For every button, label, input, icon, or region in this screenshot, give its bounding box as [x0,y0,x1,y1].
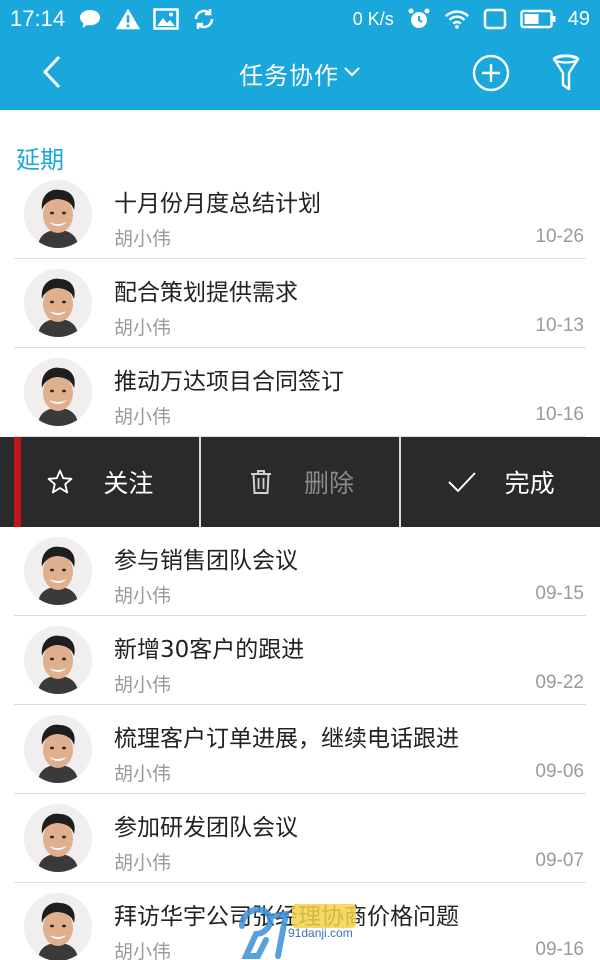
chat-bubble-icon [77,6,103,32]
page-title: 任务协作 [239,62,339,90]
task-owner: 胡小伟 [114,585,172,607]
avatar-portrait [24,537,92,605]
avatar [24,626,92,694]
task-title: 十月份月度总结计划 [114,191,321,217]
task-title: 配合策划提供需求 [114,280,298,306]
task-title: 参加研发团队会议 [114,815,298,841]
avatar [24,715,92,783]
alarm-icon [406,6,432,32]
task-owner: 胡小伟 [114,674,172,696]
task-due-date: 10-13 [535,315,584,336]
avatar-portrait [24,893,92,960]
avatar [24,180,92,248]
task-title: 拜访华宇公司张经理协商价格问题 [114,904,459,930]
task-title: 新增30客户的跟进 [114,637,305,663]
avatar-portrait [24,804,92,872]
avatar [24,893,92,960]
status-right: 0 K/s 49 [353,6,590,32]
app-bar: 任务协作 [0,38,600,110]
task-row[interactable]: 新增30客户的跟进胡小伟 09-22 [14,616,586,705]
avatar-portrait [24,269,92,337]
delete-action-label: 删除 [304,469,355,498]
filter-button[interactable] [546,52,586,96]
task-owner: 胡小伟 [114,228,172,250]
image-icon [153,6,179,32]
trash-icon [246,467,276,497]
task-title: 推动万达项目合同签订 [114,369,344,395]
avatar [24,269,92,337]
task-list: 十月份月度总结计划 胡小伟 10-26 配合策划提供需求 胡小伟 10-13 推动万达项目合… [0,170,600,960]
avatar-portrait [24,626,92,694]
complete-action-label: 完成 [504,469,555,498]
task-owner: 胡小伟 [114,763,172,785]
task-row[interactable]: 梳理客户订单进展，继续电话跟进胡小伟 09-06 [14,705,586,794]
network-speed: 0 K/s [352,8,394,29]
avatar [24,804,92,872]
status-bar: 17:14 0 K/s 49 [0,0,600,38]
task-row[interactable]: 参加研发团队会议胡小伟 09-07 [14,794,586,883]
task-owner: 胡小伟 [114,317,172,339]
task-title: 参与销售团队会议 [114,548,298,574]
star-icon [45,467,75,497]
task-due-date: 10-16 [535,404,584,425]
task-owner: 胡小伟 [114,406,172,428]
avatar-portrait [24,715,92,783]
warning-icon [115,6,141,32]
task-row[interactable]: 推动万达项目合同签订胡小伟 10-16 [14,348,586,437]
sync-icon [191,6,217,32]
avatar-portrait [24,180,92,248]
task-row[interactable]: 配合策划提供需求胡小伟 10-13 [14,259,586,348]
plus-circle-icon [471,53,511,97]
task-due-date: 09-22 [535,672,584,693]
task-title: 梳理客户订单进展，继续电话跟进 [114,726,459,752]
delete-action-button[interactable]: 删除 [198,437,400,527]
task-due-date: 09-15 [535,583,584,604]
task-owner: 胡小伟 [114,941,172,960]
task-due-date: 09-07 [535,850,584,871]
avatar [24,537,92,605]
task-due-date: 10-26 [535,226,584,247]
task-due-date: 09-16 [535,939,584,960]
add-task-button[interactable] [470,54,512,96]
avatar-portrait [24,358,92,426]
task-row[interactable]: 拜访华宇公司张经理协商价格问题胡小伟 09-16 [14,883,586,960]
battery-level: 49 [567,7,590,30]
status-left: 17:14 [10,6,217,32]
follow-action-button[interactable]: 关注 [0,437,199,527]
complete-action-button[interactable]: 完成 [399,437,600,527]
avatar [24,358,92,426]
task-row[interactable]: 参与销售团队会议胡小伟 09-15 [14,527,586,616]
chevron-down-icon [343,64,361,83]
task-due-date: 09-06 [535,761,584,782]
battery-icon [520,6,556,32]
check-icon [447,467,477,497]
sim-icon [482,6,508,32]
status-time: 17:14 [10,6,66,31]
wifi-icon [444,6,470,32]
filter-icon [551,51,581,97]
task-owner: 胡小伟 [114,852,172,874]
follow-action-label: 关注 [103,469,154,498]
swipe-action-bar: 关注 删除 完成 [0,437,600,527]
task-row[interactable]: 十月份月度总结计划胡小伟 10-26 [14,170,586,259]
